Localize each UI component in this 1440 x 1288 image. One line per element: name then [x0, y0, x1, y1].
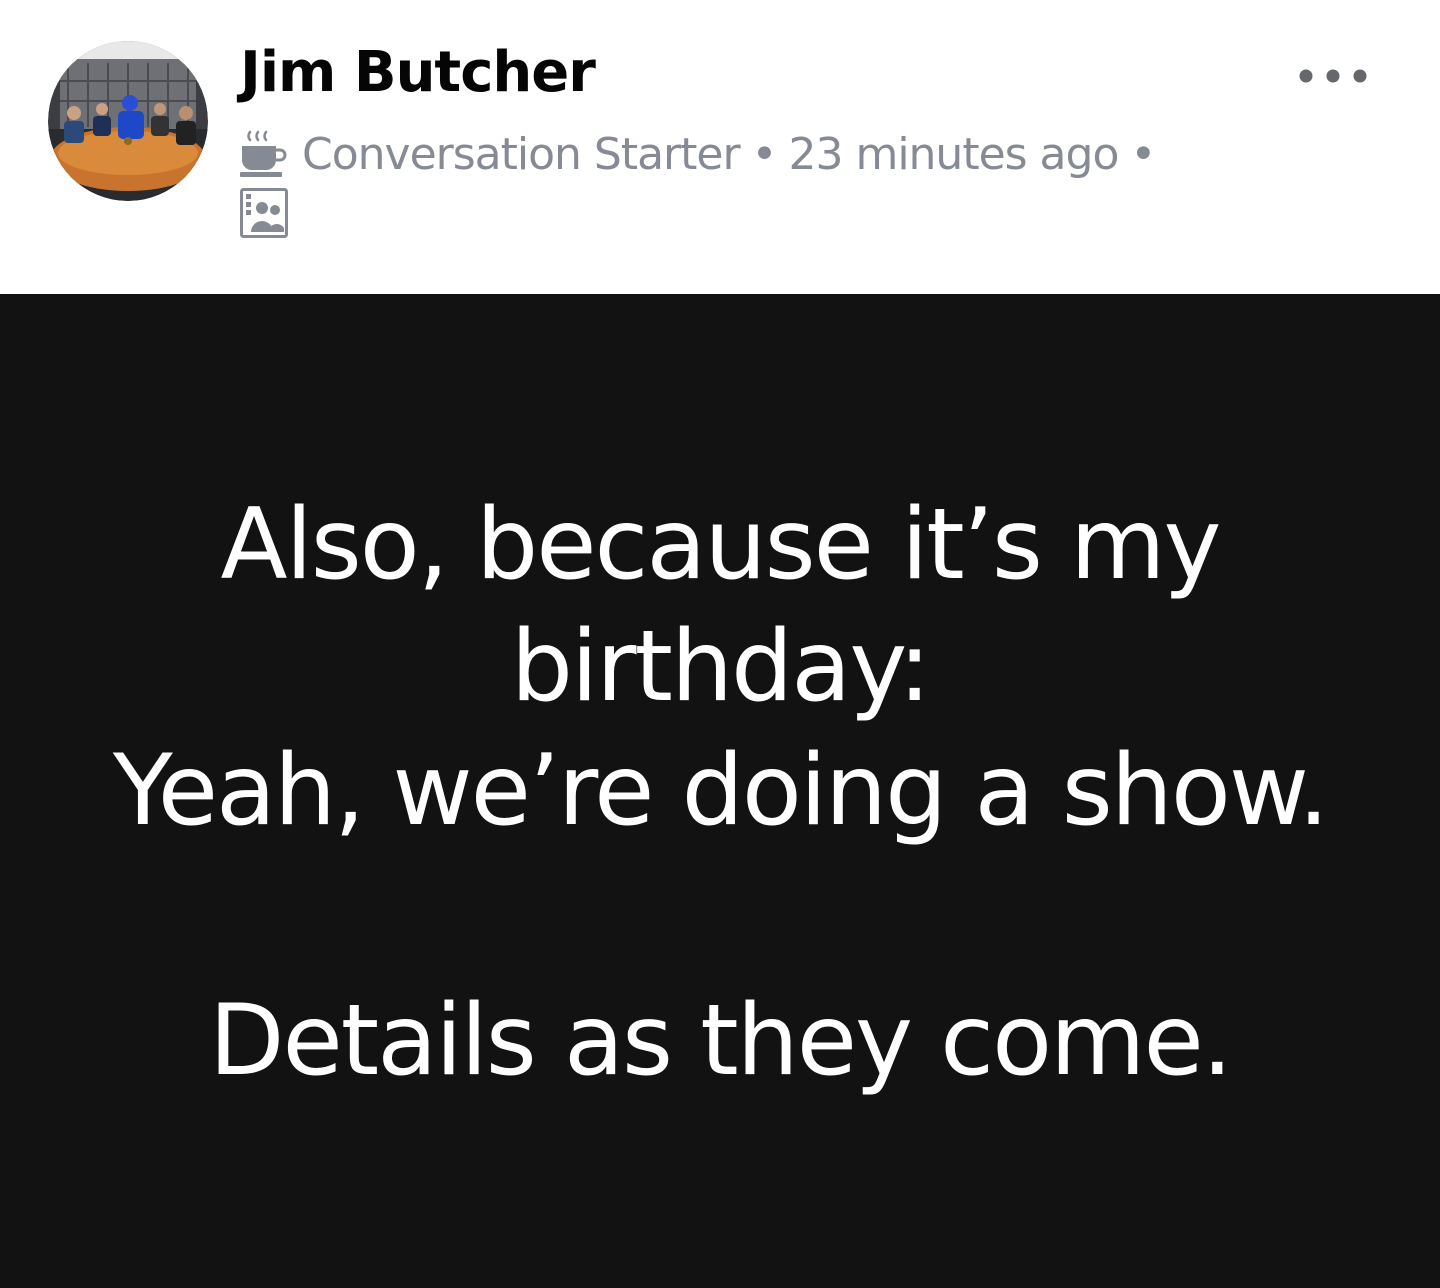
more-options-icon[interactable] — [1296, 56, 1370, 96]
author-avatar[interactable] — [48, 41, 208, 201]
post-timestamp[interactable]: 23 minutes ago — [788, 129, 1119, 180]
post-text-line: Also, because it’s my — [220, 488, 1221, 602]
post-text-line: birthday: — [510, 610, 931, 724]
avatar-photo — [48, 41, 208, 201]
post-text-line: Details as they come. — [209, 984, 1233, 1098]
badge-label[interactable]: Conversation Starter — [302, 129, 741, 180]
post-meta: Conversation Starter • 23 minutes ago • — [240, 126, 1167, 182]
meta-separator: • — [1130, 128, 1156, 180]
coffee-cup-icon — [240, 130, 287, 177]
facebook-post: Jim Butcher Conversation Starter • 23 mi… — [0, 0, 1440, 1288]
post-header: Jim Butcher Conversation Starter • 23 mi… — [0, 0, 1440, 294]
post-content-card[interactable]: Also, because it’s my birthday: Yeah, we… — [0, 294, 1440, 1288]
group-audience-icon[interactable] — [240, 188, 288, 238]
author-name[interactable]: Jim Butcher — [240, 40, 596, 105]
post-text-line: Yeah, we’re doing a show. — [112, 734, 1329, 848]
meta-separator: • — [751, 128, 778, 180]
